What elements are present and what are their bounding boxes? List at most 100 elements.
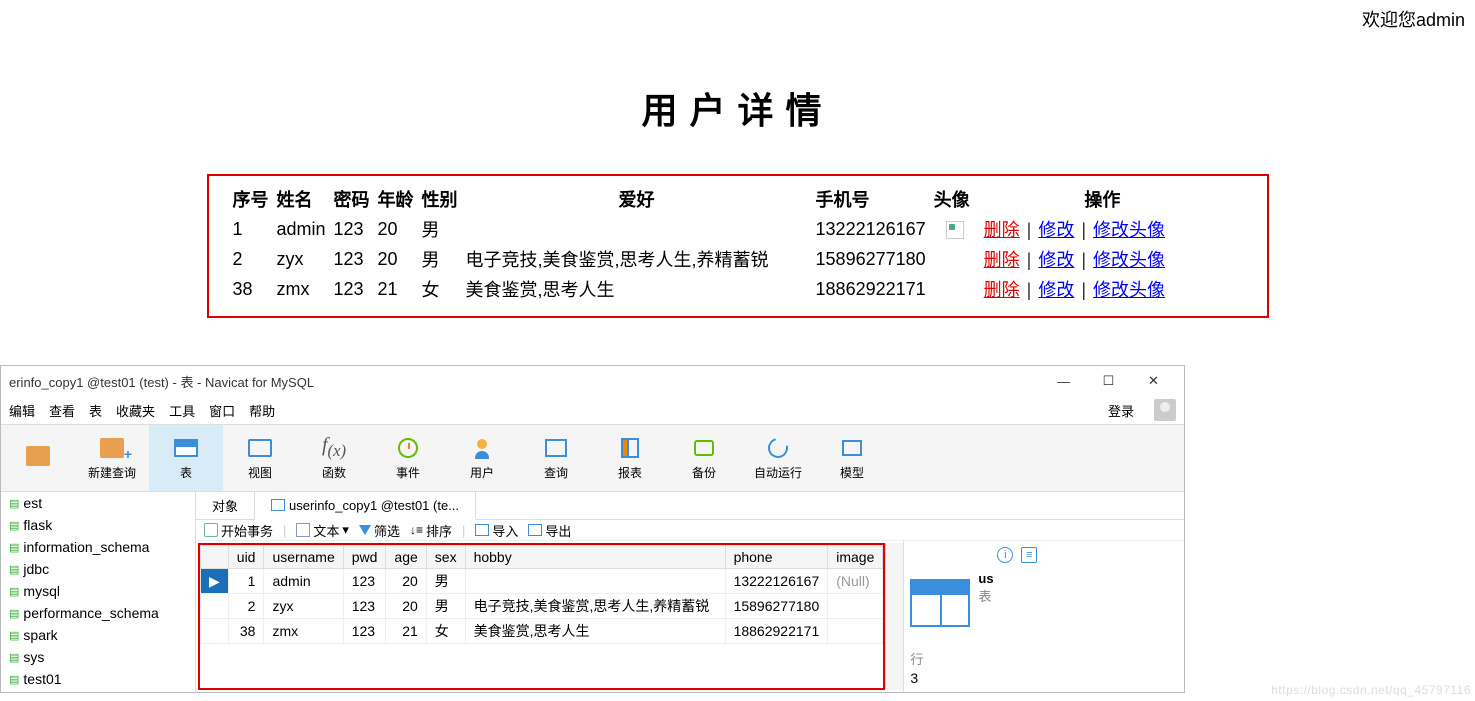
cell-age[interactable]: 20 (386, 594, 426, 619)
cell-username[interactable]: zmx (264, 619, 343, 644)
sidebar-item-est[interactable]: ▤est (1, 492, 195, 514)
report-icon (616, 436, 644, 460)
cell-hobby[interactable]: 美食鉴赏,思考人生 (465, 619, 725, 644)
close-button[interactable]: ✕ (1131, 373, 1176, 389)
newconn-icon (98, 436, 126, 460)
grid-row[interactable]: ▶1admin12320男13222126167(Null) (201, 569, 883, 594)
cell-image[interactable]: (Null) (828, 569, 883, 594)
sidebar-item-spark[interactable]: ▤spark (1, 624, 195, 646)
info-icon[interactable]: i (997, 547, 1013, 563)
tool-视图[interactable]: 视图 (223, 425, 297, 491)
filter-button[interactable]: 筛选 (359, 521, 400, 540)
import-button[interactable]: 导入 (475, 521, 518, 540)
tool-表[interactable]: 表 (149, 425, 223, 491)
begin-transaction-button[interactable]: 开始事务 (204, 521, 273, 540)
vertical-scrollbar[interactable] (885, 543, 903, 690)
database-icon: ▤ (9, 563, 19, 576)
sidebar-item-information_schema[interactable]: ▤information_schema (1, 536, 195, 558)
tool-自动运行[interactable]: 自动运行 (741, 425, 815, 491)
cell-phone[interactable]: 15896277180 (725, 594, 828, 619)
edit-link[interactable]: 修改 (1038, 280, 1074, 300)
col-image[interactable]: image (828, 546, 883, 569)
cell-uid[interactable]: 38 (228, 619, 264, 644)
grid-wrap: uidusernamepwdagesexhobbyphoneimage ▶1ad… (196, 541, 1184, 692)
tool-备份[interactable]: 备份 (667, 425, 741, 491)
cell-sex[interactable]: 女 (426, 619, 465, 644)
col-age[interactable]: age (386, 546, 426, 569)
tool-事件[interactable]: 事件 (371, 425, 445, 491)
cell-pwd[interactable]: 123 (343, 569, 386, 594)
tool-模型[interactable]: 模型 (815, 425, 889, 491)
edit-link[interactable]: 修改 (1038, 250, 1074, 270)
edit-avatar-link[interactable]: 修改头像 (1093, 220, 1165, 240)
sort-icon: ↓≡ (410, 523, 423, 537)
cell-image[interactable] (828, 594, 883, 619)
grid-row[interactable]: 2zyx12320男电子竞技,美食鉴赏,思考人生,养精蓄锐15896277180 (201, 594, 883, 619)
menu-favorites[interactable]: 收藏夹 (116, 401, 155, 420)
menu-edit[interactable]: 编辑 (9, 401, 35, 420)
menu-window[interactable]: 窗口 (209, 401, 235, 420)
edit-avatar-link[interactable]: 修改头像 (1093, 250, 1165, 270)
edit-link[interactable]: 修改 (1038, 220, 1074, 240)
cell-name: admin (273, 214, 330, 244)
sidebar-item-sys[interactable]: ▤sys (1, 646, 195, 668)
cell-sex[interactable]: 男 (426, 569, 465, 594)
cell-sex[interactable]: 男 (426, 594, 465, 619)
col-pwd[interactable]: pwd (343, 546, 386, 569)
sidebar-item-jdbc[interactable]: ▤jdbc (1, 558, 195, 580)
tool-函数[interactable]: f(x)函数 (297, 425, 371, 491)
menu-view[interactable]: 查看 (49, 401, 75, 420)
export-button[interactable]: 导出 (528, 521, 571, 540)
cell-phone: 15896277180 (812, 244, 930, 274)
col-phone[interactable]: phone (725, 546, 828, 569)
cell-age[interactable]: 21 (386, 619, 426, 644)
sidebar-item-performance_schema[interactable]: ▤performance_schema (1, 602, 195, 624)
cell-uid[interactable]: 1 (228, 569, 264, 594)
col-sex[interactable]: sex (426, 546, 465, 569)
tool-conn[interactable] (1, 425, 75, 491)
delete-link[interactable]: 删除 (984, 220, 1020, 240)
database-icon: ▤ (9, 497, 19, 510)
cell-uid[interactable]: 2 (228, 594, 264, 619)
delete-link[interactable]: 删除 (984, 250, 1020, 270)
edit-avatar-link[interactable]: 修改头像 (1093, 280, 1165, 300)
tool-新建查询[interactable]: 新建查询 (75, 425, 149, 491)
tool-用户[interactable]: 用户 (445, 425, 519, 491)
cell-pwd[interactable]: 123 (343, 619, 386, 644)
cell-pwd: 123 (330, 274, 374, 304)
ddl-icon[interactable]: ≡ (1021, 547, 1037, 563)
tab-objects[interactable]: 对象 (196, 492, 255, 519)
sidebar-item-mysql[interactable]: ▤mysql (1, 580, 195, 602)
tool-报表[interactable]: 报表 (593, 425, 667, 491)
sidebar-item-flask[interactable]: ▤flask (1, 514, 195, 536)
menu-table[interactable]: 表 (89, 401, 102, 420)
cell-hobby[interactable]: 电子竞技,美食鉴赏,思考人生,养精蓄锐 (465, 594, 725, 619)
col-username[interactable]: username (264, 546, 343, 569)
data-grid[interactable]: uidusernamepwdagesexhobbyphoneimage ▶1ad… (200, 545, 883, 644)
menu-tools[interactable]: 工具 (169, 401, 195, 420)
cell-pwd[interactable]: 123 (343, 594, 386, 619)
user-avatar-icon[interactable] (1154, 399, 1176, 421)
col-hobby[interactable]: hobby (465, 546, 725, 569)
col-uid[interactable]: uid (228, 546, 264, 569)
web-page: 欢迎您admin 用户详情 序号 姓名 密码 年龄 性别 爱好 手机号 头像 操… (0, 0, 1475, 318)
cell-username[interactable]: zyx (264, 594, 343, 619)
tab-userinfo[interactable]: userinfo_copy1 @test01 (te... (255, 492, 476, 520)
navicat-window: erinfo_copy1 @test01 (test) - 表 - Navica… (0, 365, 1185, 693)
menu-help[interactable]: 帮助 (249, 401, 275, 420)
cell-hobby[interactable] (465, 569, 725, 594)
cell-username[interactable]: admin (264, 569, 343, 594)
minimize-button[interactable]: — (1041, 374, 1086, 389)
cell-phone[interactable]: 13222126167 (725, 569, 828, 594)
sort-button[interactable]: ↓≡排序 (410, 521, 452, 540)
login-link[interactable]: 登录 (1108, 401, 1134, 420)
cell-phone[interactable]: 18862922171 (725, 619, 828, 644)
cell-image[interactable] (828, 619, 883, 644)
maximize-button[interactable]: ☐ (1086, 373, 1131, 389)
sidebar-item-test01[interactable]: ▤test01 (1, 668, 195, 690)
text-button[interactable]: 文本 ▾ (296, 521, 349, 540)
grid-row[interactable]: 38zmx12321女美食鉴赏,思考人生18862922171 (201, 619, 883, 644)
delete-link[interactable]: 删除 (984, 280, 1020, 300)
cell-age[interactable]: 20 (386, 569, 426, 594)
tool-查询[interactable]: 查询 (519, 425, 593, 491)
